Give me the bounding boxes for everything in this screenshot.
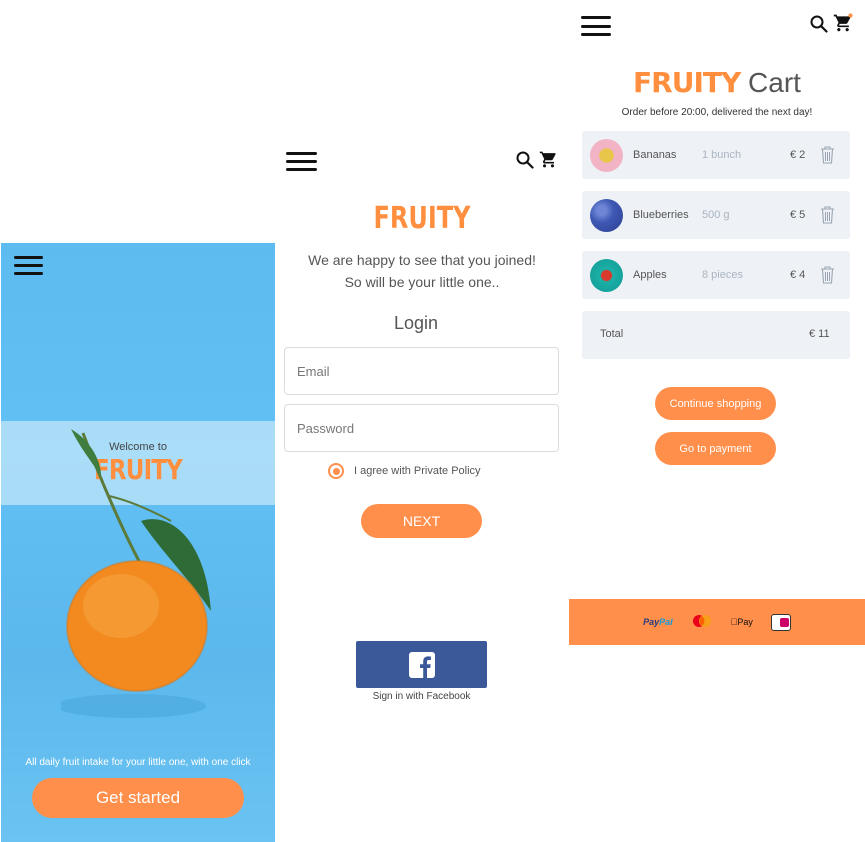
- cart-title: FRUITY Cart: [569, 66, 865, 99]
- password-field[interactable]: Password: [284, 404, 559, 452]
- welcome-message-line2: So will be your little one..: [344, 274, 500, 290]
- cart-item-bananas: Bananas 1 bunch € 2: [582, 131, 850, 179]
- email-placeholder: Email: [297, 363, 330, 379]
- email-field[interactable]: Email: [284, 347, 559, 395]
- item-price: € 4: [790, 269, 806, 281]
- search-icon[interactable]: [810, 15, 828, 33]
- privacy-agreement[interactable]: I agree with Private Policy: [328, 463, 481, 479]
- trash-icon[interactable]: [820, 206, 835, 224]
- apples-thumbnail: [590, 258, 623, 292]
- paypal-text-light: Pal: [659, 617, 673, 627]
- next-button[interactable]: NEXT: [361, 504, 482, 538]
- cart-icon[interactable]: [833, 13, 853, 33]
- password-placeholder: Password: [297, 420, 355, 436]
- privacy-agreement-label: I agree with Private Policy: [354, 465, 481, 477]
- menu-icon[interactable]: [286, 152, 317, 171]
- menu-icon[interactable]: [581, 16, 611, 36]
- go-to-payment-button[interactable]: Go to payment: [655, 432, 776, 465]
- delivery-notice: Order before 20:00, delivered the next d…: [621, 107, 813, 118]
- item-price: € 5: [790, 209, 806, 221]
- welcome-screen: Welcome to FRUITY All daily fruit intake…: [1, 243, 275, 842]
- item-name: Bananas: [633, 149, 677, 161]
- continue-shopping-button[interactable]: Continue shopping: [655, 387, 776, 420]
- item-name: Blueberries: [633, 209, 689, 221]
- welcome-message: We are happy to see that you joined! So …: [276, 249, 568, 293]
- search-icon[interactable]: [516, 151, 534, 169]
- brand-logo: FRUITY: [373, 201, 471, 236]
- cart-item-blueberries: Blueberries 500 g € 5: [582, 191, 850, 239]
- paypal-text-dark: Pay: [643, 617, 660, 627]
- item-name: Apples: [633, 269, 667, 281]
- login-screen: FRUITY We are happy to see that you join…: [276, 143, 568, 723]
- menu-icon[interactable]: [14, 256, 43, 275]
- total-label: Total: [600, 328, 624, 340]
- ideal-icon: [770, 613, 791, 631]
- payment-methods-bar: PayPal Pay: [569, 599, 865, 645]
- login-heading: Login: [393, 313, 439, 333]
- bananas-thumbnail: [590, 138, 623, 172]
- item-quantity: 500 g: [702, 209, 730, 221]
- facebook-signin-label: Sign in with Facebook: [372, 691, 471, 702]
- cart-screen: FRUITY Cart Order before 20:00, delivere…: [569, 0, 865, 645]
- facebook-icon: [408, 651, 435, 678]
- facebook-signin-button[interactable]: [356, 641, 487, 688]
- item-price: € 2: [790, 149, 806, 161]
- trash-icon[interactable]: [820, 266, 835, 284]
- cart-item-apples: Apples 8 pieces € 4: [582, 251, 850, 299]
- paypal-icon: PayPal: [643, 617, 673, 627]
- welcome-message-line1: We are happy to see that you joined!: [308, 252, 536, 268]
- applepay-icon: Pay: [731, 617, 753, 627]
- tangerine-illustration: [61, 429, 211, 718]
- cart-icon[interactable]: [539, 150, 558, 169]
- item-quantity: 1 bunch: [702, 149, 742, 161]
- radio-icon[interactable]: [328, 463, 344, 479]
- blueberries-thumbnail: [590, 198, 623, 232]
- applepay-text: Pay: [734, 617, 753, 627]
- total-value: € 11: [809, 328, 830, 340]
- mastercard-icon: [692, 615, 711, 627]
- cart-total: Total € 11: [582, 311, 850, 359]
- get-started-button[interactable]: Get started: [32, 778, 244, 818]
- item-quantity: 8 pieces: [702, 269, 743, 281]
- cart-title-text: Cart: [748, 67, 801, 98]
- trash-icon[interactable]: [820, 146, 835, 164]
- tagline: All daily fruit intake for your little o…: [25, 757, 251, 768]
- cart-title-brand: FRUITY: [633, 66, 741, 99]
